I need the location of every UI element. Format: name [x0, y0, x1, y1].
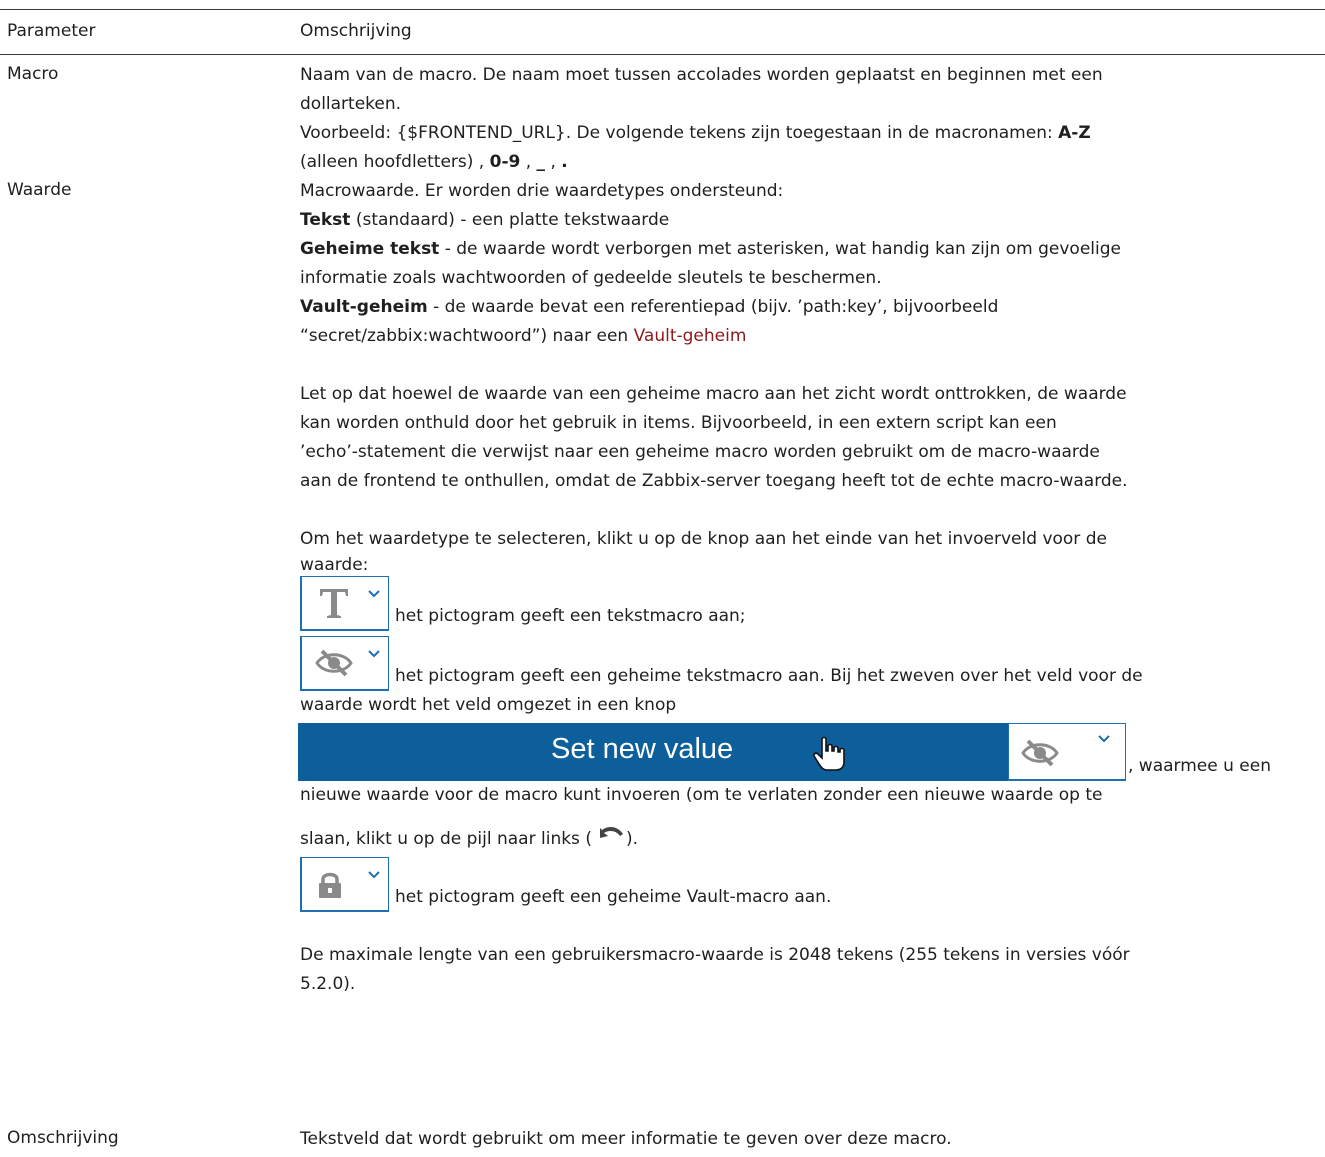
- text-line: waarde wordt het veld omgezet in een kno…: [300, 695, 677, 715]
- text-line: (alleen hoofdletters) , 0-9 , _ , .: [300, 152, 568, 172]
- row-value-description: Macrowaarde. Er worden drie waardetypes …: [298, 177, 1320, 999]
- header-parameter: Parameter: [7, 21, 96, 41]
- table-top-border: [0, 9, 1325, 10]
- row-description-name: Omschrijving: [7, 1128, 119, 1148]
- chevron-down-icon: [368, 871, 380, 879]
- chevron-down-icon: [368, 590, 380, 598]
- hand-cursor-icon: [813, 736, 845, 771]
- text-line: nieuwe waarde voor de macro kunt invoere…: [300, 785, 1103, 805]
- undo-arrow-icon: [599, 826, 623, 838]
- eye-slash-icon: [1021, 739, 1059, 767]
- set-new-value-label: Set new value: [551, 733, 734, 765]
- chevron-down-icon: [1098, 735, 1110, 743]
- text-line: Voorbeeld: {$FRONTEND_URL}. De volgende …: [300, 123, 1091, 143]
- text-type-button: [300, 576, 389, 631]
- text-line: dollarteken.: [300, 94, 402, 114]
- text-line: Om het waardetype te selecteren, klikt u…: [300, 529, 1107, 549]
- row-macro-description: Naam van de macro. De naam moet tussen a…: [300, 61, 1320, 177]
- row-macro-name: Macro: [7, 64, 59, 84]
- text-line: Naam van de macro. De naam moet tussen a…: [300, 65, 1103, 85]
- text-line: Macrowaarde. Er worden drie waardetypes …: [300, 181, 784, 201]
- icon-vault-line: het pictogram geeft een geheime Vault-ma…: [300, 857, 1320, 912]
- type-secret: Geheime tekst - de waarde wordt verborge…: [300, 239, 1121, 259]
- header-description: Omschrijving: [300, 21, 412, 41]
- type-text: Tekst (standaard) - een platte tekstwaar…: [300, 210, 670, 230]
- set-value-line: Set new value , waarmee u een: [298, 723, 1320, 781]
- secret-type-toggle[interactable]: [1008, 723, 1126, 781]
- vault-type-button: [300, 857, 389, 912]
- row-value-name: Waarde: [7, 180, 72, 200]
- revert-line: slaan, klikt u op de pijl naar links ( )…: [300, 824, 1320, 854]
- text-line: ’echo’-statement die verwijst naar een g…: [300, 442, 1100, 462]
- row-description-text: Tekstveld dat wordt gebruikt om meer inf…: [300, 1129, 952, 1149]
- header-divider: [0, 54, 1325, 55]
- icon-text-line: het pictogram geeft een tekstmacro aan;: [300, 576, 1320, 631]
- text-line: “secret/zabbix:wachtwoord”) naar een Vau…: [300, 326, 747, 346]
- text-line: Let op dat hoewel de waarde van een gehe…: [300, 384, 1127, 404]
- secret-type-button: [300, 636, 389, 691]
- text-line: 5.2.0).: [300, 974, 356, 994]
- text-line: kan worden onthuld door het gebruik in i…: [300, 413, 1057, 433]
- text-line: informatie zoals wachtwoorden of gedeeld…: [300, 268, 882, 288]
- set-new-value-button[interactable]: Set new value: [298, 723, 1126, 781]
- icon-secret-line: het pictogram geeft een geheime tekstmac…: [300, 636, 1320, 691]
- lock-icon: [319, 872, 341, 898]
- type-vault: Vault-geheim - de waarde bevat een refer…: [300, 297, 999, 317]
- eye-slash-icon: [315, 649, 353, 677]
- chevron-down-icon: [368, 650, 380, 658]
- vault-secret-link[interactable]: Vault-geheim: [634, 326, 747, 346]
- text-line: De maximale lengte van een gebruikersmac…: [300, 945, 1130, 965]
- text-line: aan de frontend te onthullen, omdat de Z…: [300, 471, 1128, 491]
- text-t-icon: [320, 589, 348, 618]
- text-line: waarde:: [300, 555, 369, 575]
